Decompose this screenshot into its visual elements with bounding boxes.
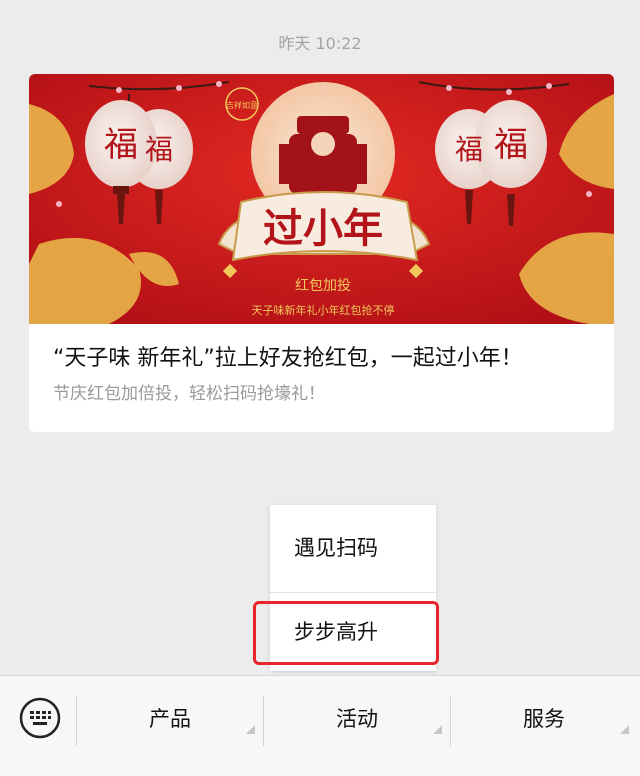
submenu-item-meet-scan[interactable]: 遇见扫码 [270,505,436,591]
article-card[interactable]: 福 福 福 福 吉祥如意 过小年 红包加投 天子味新年礼小年红包抢不停 “天子味… [29,74,614,432]
menu-label-services: 服务 [523,707,565,731]
banner-main-title: 过小年 [263,205,383,252]
title-ribbon: 过小年 [217,191,431,262]
article-description: 节庆红包加倍投，轻松扫码抢壕礼！ [53,384,325,404]
menu-button-products[interactable]: 产品 [77,676,263,762]
submenu-indicator-icon [246,725,255,734]
message-timestamp: 昨天 10:22 [278,34,362,53]
submenu-indicator-icon [620,725,629,734]
highlight-annotation-box [253,601,439,665]
menu-button-services[interactable]: 服务 [451,676,637,762]
keyboard-icon[interactable] [18,696,62,740]
submenu-indicator-icon [433,725,442,734]
lantern-character-left-back: 福 [145,133,173,166]
menu-label-activities: 活动 [336,707,378,731]
lantern-character-left: 福 [104,125,138,165]
menu-label-products: 产品 [149,707,191,731]
article-banner-image[interactable]: 福 福 福 福 吉祥如意 过小年 红包加投 天子味新年礼小年红包抢不停 [29,74,614,324]
article-title: “天子味 新年礼”拉上好友抢红包，一起过小年！ [53,346,523,371]
lantern-character-right: 福 [494,125,528,165]
red-packet-label: 红包加投 [295,278,351,294]
svg-text:吉祥如意: 吉祥如意 [226,100,258,110]
lantern-character-right-back: 福 [455,133,483,166]
menu-button-activities[interactable]: 活动 [264,676,450,762]
bottom-menu-bar: 产品 活动 服务 [0,675,640,776]
svg-text:红包加投: 红包加投 [295,278,351,294]
banner-slogan: 天子味新年礼小年红包抢不停 [252,303,395,317]
